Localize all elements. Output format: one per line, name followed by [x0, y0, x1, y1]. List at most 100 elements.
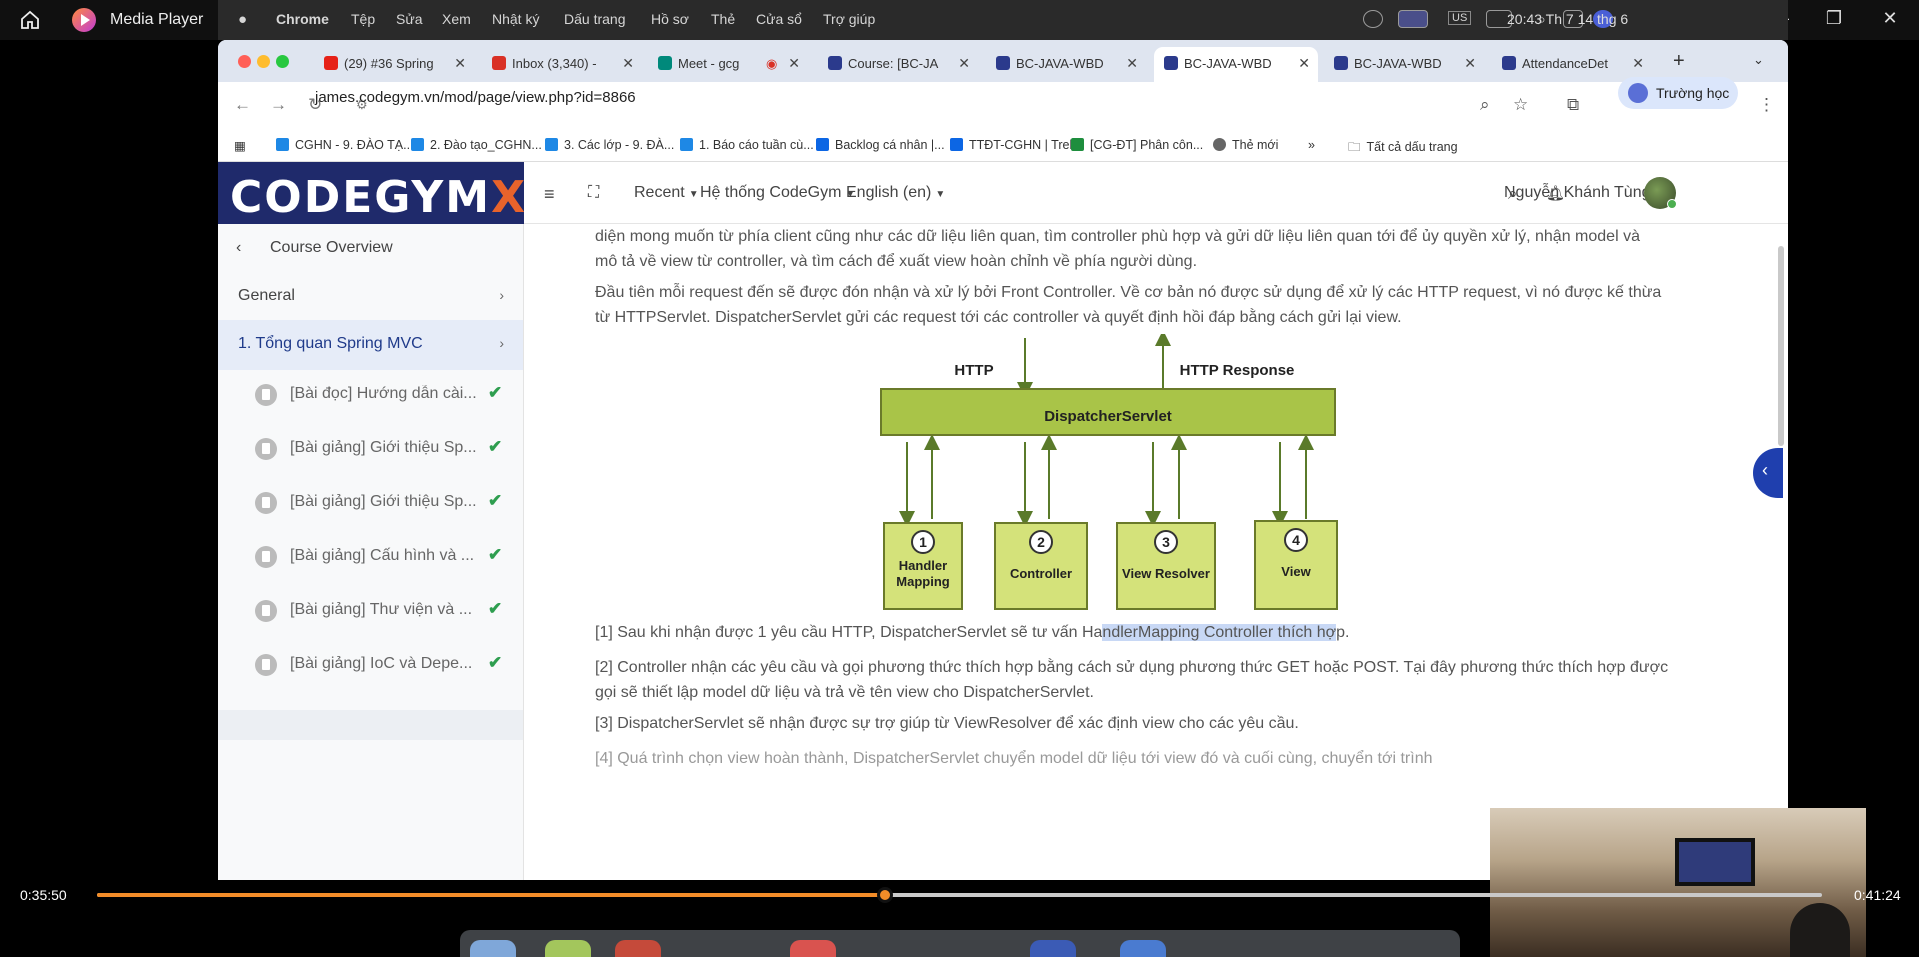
- bookmark-item[interactable]: 2. Đào tạo_CGHN...: [411, 138, 542, 152]
- apple-icon[interactable]: ●: [238, 11, 247, 28]
- close-tab-icon[interactable]: ✕: [454, 55, 466, 72]
- window-zoom-button[interactable]: [276, 55, 289, 68]
- close-tab-icon[interactable]: ✕: [958, 55, 970, 72]
- menu-history[interactable]: Nhật ký: [492, 11, 539, 27]
- bookmark-item[interactable]: [CG-ĐT] Phân côn...: [1071, 138, 1203, 152]
- tab-course[interactable]: Course: [BC-JA ✕: [818, 47, 978, 82]
- bookmark-item[interactable]: CGHN - 9. ĐÀO TẠ...: [276, 138, 414, 152]
- close-tab-icon[interactable]: ✕: [1126, 55, 1138, 72]
- new-tab-button[interactable]: +: [1673, 50, 1685, 73]
- more-bookmarks-icon[interactable]: »: [1308, 138, 1315, 152]
- menu-tab[interactable]: Thẻ: [711, 11, 735, 27]
- menu-window[interactable]: Cửa sổ: [756, 11, 802, 27]
- restore-icon[interactable]: ❐: [1822, 8, 1846, 29]
- logo-text: CODEGYM: [230, 172, 492, 223]
- spring-mvc-diagram: HTTP Request HTTP Response DispatcherSer…: [854, 334, 1414, 614]
- menu-kebab-icon[interactable]: ⋮: [1758, 95, 1775, 115]
- window-close-button[interactable]: [238, 55, 251, 68]
- lesson-item[interactable]: [Bài giảng] Cấu hình và ... ✔: [218, 530, 523, 584]
- close-tab-icon[interactable]: ✕: [1298, 55, 1310, 72]
- tab-search-icon[interactable]: ⌄: [1753, 52, 1764, 68]
- seek-thumb[interactable]: [877, 887, 894, 903]
- sidebar-section-spring-mvc[interactable]: 1. Tổng quan Spring MVC ›: [218, 320, 523, 370]
- apps-grid-icon[interactable]: ▦: [234, 138, 246, 153]
- top-navbar: ≡ ⛶ Recent ▼ Hệ thống CodeGym ▼ English (e…: [524, 162, 1788, 224]
- bookmark-item[interactable]: Thẻ mới: [1213, 138, 1278, 152]
- fullscreen-icon[interactable]: ⛶: [588, 184, 599, 202]
- seek-bar[interactable]: [97, 887, 1822, 903]
- user-avatar[interactable]: [1644, 177, 1677, 209]
- zoom-icon[interactable]: ⌕: [1480, 95, 1490, 115]
- status-icon[interactable]: [1363, 10, 1383, 28]
- dock-app-icon[interactable]: [615, 940, 661, 957]
- lesson-item[interactable]: [Bài giảng] IoC và Depe... ✔: [218, 638, 523, 692]
- menu-bookmarks[interactable]: Dấu trang: [564, 11, 625, 27]
- nav-system[interactable]: Hệ thống CodeGym ▼: [700, 184, 855, 202]
- input-source[interactable]: US: [1448, 11, 1472, 25]
- tab-attendance[interactable]: AttendanceDet ✕: [1492, 47, 1652, 82]
- menu-app-name[interactable]: Chrome: [276, 11, 329, 27]
- bookmark-item[interactable]: 1. Báo cáo tuần cù...: [680, 138, 814, 152]
- all-bookmarks[interactable]: 🗀 Tất cả dấu trang: [1348, 138, 1458, 159]
- tab-bc-java-1[interactable]: BC-JAVA-WBD ✕: [986, 47, 1146, 82]
- dock-app-icon[interactable]: [470, 940, 516, 957]
- back-icon[interactable]: ←: [234, 95, 251, 115]
- bookmark-item[interactable]: Backlog cá nhân |...: [816, 138, 945, 152]
- url-field[interactable]: james.codegym.vn/mod/page/view.php?id=88…: [315, 89, 636, 106]
- tab-bc-java-3[interactable]: BC-JAVA-WBD ✕: [1324, 47, 1484, 82]
- media-player-title: Media Player: [110, 11, 204, 28]
- nav-language[interactable]: English (en) ▼: [846, 184, 945, 202]
- course-overview-link[interactable]: ‹ Course Overview: [218, 224, 523, 274]
- screen-share-icon[interactable]: [1398, 10, 1428, 28]
- profile-button[interactable]: Trường học: [1618, 77, 1738, 109]
- close-tab-icon[interactable]: ✕: [1464, 55, 1476, 72]
- lesson-item[interactable]: [Bài giảng] Giới thiệu Sp... ✔: [218, 476, 523, 530]
- lesson-item[interactable]: [Bài giảng] Thư viện và ... ✔: [218, 584, 523, 638]
- hamburger-icon[interactable]: ≡: [544, 184, 555, 205]
- tab-title: Course: [BC-JA: [848, 56, 939, 71]
- dock-app-icon[interactable]: [545, 940, 591, 957]
- nav-recent[interactable]: Recent ▼: [634, 184, 699, 202]
- bookmark-star-icon[interactable]: ☆: [1513, 95, 1528, 115]
- forward-icon[interactable]: →: [270, 95, 287, 115]
- dock-app-icon[interactable]: [790, 940, 836, 957]
- dock-app-icon[interactable]: [1120, 940, 1166, 957]
- bookmark-item[interactable]: TTĐT-CGHN | Trello: [950, 138, 1082, 152]
- sidebar-section-general[interactable]: General ›: [218, 272, 523, 322]
- window-minimize-button[interactable]: [257, 55, 270, 68]
- chevron-right-icon: ›: [499, 287, 504, 303]
- menu-profile[interactable]: Hồ sơ: [651, 11, 689, 27]
- menu-edit[interactable]: Sửa: [396, 11, 423, 27]
- menu-view[interactable]: Xem: [442, 11, 471, 27]
- section-label: 1. Tổng quan Spring MVC: [238, 335, 423, 352]
- tab-bc-java-active[interactable]: BC-JAVA-WBD ✕: [1154, 47, 1318, 82]
- page-scrollbar[interactable]: [1778, 246, 1784, 446]
- user-name[interactable]: Nguyễn Khánh Tùng: [1504, 184, 1650, 202]
- webcam-background-monitor: [1675, 838, 1755, 886]
- dock-app-icon[interactable]: [1030, 940, 1076, 957]
- lesson-label: [Bài giảng] Thư viện và ...: [290, 601, 473, 618]
- menu-help[interactable]: Trợ giúp: [823, 11, 875, 27]
- lesson-label: [Bài đọc] Hướng dẫn cài...: [290, 385, 477, 402]
- tab-gmail[interactable]: Inbox (3,340) - ✕: [482, 47, 642, 82]
- extensions-icon[interactable]: ⧉: [1567, 95, 1579, 115]
- bookmark-item[interactable]: 3. Các lớp - 9. ĐÀ...: [545, 138, 674, 152]
- lesson-item[interactable]: [Bài đọc] Hướng dẫn cài... ✔: [218, 368, 523, 422]
- recording-icon: ◉: [766, 56, 778, 71]
- close-tab-icon[interactable]: ✕: [1632, 55, 1644, 72]
- document-icon: [255, 492, 277, 514]
- lesson-label: [Bài giảng] Giới thiệu Sp...: [290, 439, 477, 456]
- codegym-icon: [996, 56, 1010, 70]
- site-logo[interactable]: CODEGYMX: [218, 162, 525, 224]
- profile-label: Trường học: [1656, 85, 1730, 101]
- gmail-icon: [492, 56, 506, 70]
- checkmark-icon: ✔: [488, 491, 503, 510]
- tab-meet[interactable]: Meet - gcg ◉ ✕: [648, 47, 808, 82]
- close-tab-icon[interactable]: ✕: [788, 55, 800, 72]
- close-icon[interactable]: ✕: [1878, 8, 1902, 29]
- home-icon[interactable]: [18, 8, 42, 32]
- tab-youtube[interactable]: (29) #36 Spring ✕: [314, 47, 474, 82]
- lesson-item[interactable]: [Bài giảng] Giới thiệu Sp... ✔: [218, 422, 523, 476]
- close-tab-icon[interactable]: ✕: [622, 55, 634, 72]
- menu-file[interactable]: Tệp: [351, 11, 375, 27]
